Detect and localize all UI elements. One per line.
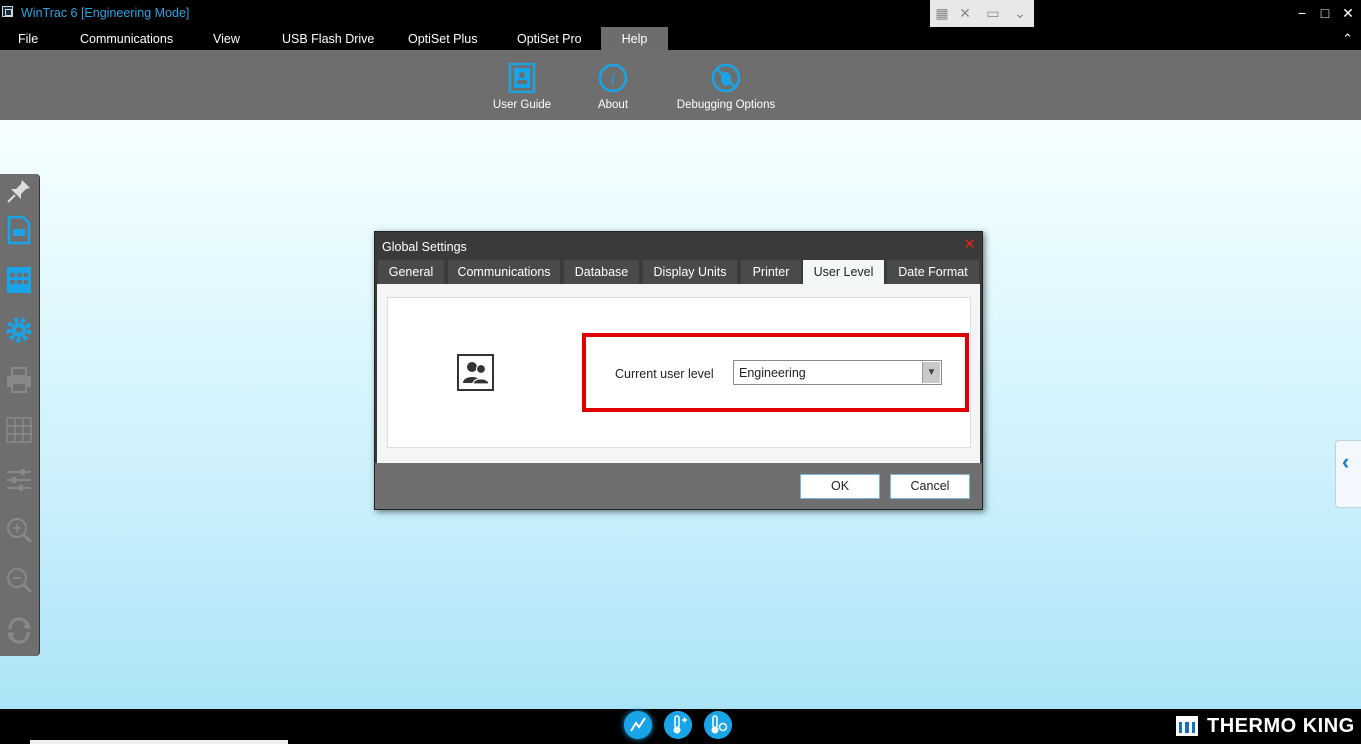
chart-icon[interactable]	[624, 711, 652, 739]
tab-user-level[interactable]: User Level	[803, 260, 884, 284]
tab-communications-settings[interactable]: Communications	[448, 260, 560, 284]
debug-icon	[711, 63, 741, 93]
fullscreen-icon[interactable]: ✕	[957, 5, 973, 21]
user-guide-icon	[508, 63, 536, 93]
close-button[interactable]: ✕	[1338, 3, 1358, 23]
document-icon[interactable]	[4, 215, 34, 245]
user-guide-label: User Guide	[492, 99, 552, 111]
tab-optiset-plus[interactable]: OptiSet Plus	[408, 27, 477, 50]
printer-icon[interactable]	[4, 365, 34, 395]
zoom-in-icon[interactable]	[4, 515, 34, 545]
refresh-icon[interactable]	[4, 615, 34, 645]
tab-display-units[interactable]: Display Units	[643, 260, 737, 284]
tab-general[interactable]: General	[378, 260, 444, 284]
about-button[interactable]: i About	[593, 63, 633, 111]
svg-text:i: i	[611, 69, 616, 88]
thermo-king-logo	[1176, 716, 1198, 736]
current-user-level-label: Current user level	[615, 367, 714, 381]
sliders-icon[interactable]	[4, 465, 34, 495]
ribbon: User Guide i About Debugging Options	[0, 50, 1361, 120]
app-icon[interactable]	[2, 6, 13, 17]
ok-button[interactable]: OK	[800, 474, 880, 499]
tab-communications[interactable]: Communications	[80, 27, 173, 50]
thermometer-add-icon[interactable]	[664, 711, 692, 739]
dialog-close-icon[interactable]: ✕	[963, 235, 976, 253]
tab-optiset-pro[interactable]: OptiSet Pro	[517, 27, 582, 50]
tab-view[interactable]: View	[213, 27, 240, 50]
chevron-left-icon: ‹	[1342, 449, 1350, 474]
user-guide-button[interactable]: User Guide	[492, 63, 552, 111]
tab-usb-flash-drive[interactable]: USB Flash Drive	[282, 27, 374, 50]
tab-help[interactable]: Help	[601, 27, 668, 50]
status-strip	[30, 740, 288, 744]
users-icon	[457, 354, 494, 391]
dialog-body: Current user level Engineering ▼	[377, 284, 980, 463]
collapse-ribbon-icon[interactable]: ⌃	[1342, 31, 1353, 47]
minimize-button[interactable]: −	[1292, 3, 1312, 23]
info-icon: i	[598, 63, 628, 93]
title-bar: WinTrac 6 [Engineering Mode] ▦ ✕ ▭ ⌄ − □…	[0, 0, 1361, 27]
monitor-icon[interactable]: ▭	[985, 5, 1001, 21]
tab-database[interactable]: Database	[564, 260, 639, 284]
tab-printer[interactable]: Printer	[741, 260, 801, 284]
pin-icon[interactable]	[4, 176, 34, 206]
status-bar: THERMO KING	[0, 709, 1361, 744]
chevron-down-icon[interactable]: ⌄	[1012, 5, 1028, 21]
grid-view-icon[interactable]: ▦	[934, 5, 950, 21]
global-settings-dialog: Global Settings ✕ General Communications…	[374, 231, 983, 510]
debugging-options-label: Debugging Options	[676, 99, 776, 111]
gear-icon[interactable]	[4, 315, 34, 345]
chevron-down-icon[interactable]: ▼	[922, 362, 940, 383]
thermometer-settings-icon[interactable]	[704, 711, 732, 739]
quick-access-toolbar: ▦ ✕ ▭ ⌄	[930, 0, 1034, 27]
brand-name: THERMO KING	[1207, 715, 1355, 737]
dialog-footer: OK Cancel	[375, 463, 982, 509]
debugging-options-button[interactable]: Debugging Options	[676, 63, 776, 111]
calendar-icon[interactable]	[4, 264, 34, 294]
user-level-value: Engineering	[739, 366, 806, 380]
dialog-title: Global Settings	[382, 240, 467, 254]
tab-file[interactable]: File	[18, 27, 38, 50]
window-title: WinTrac 6 [Engineering Mode]	[21, 6, 190, 20]
about-label: About	[597, 99, 629, 111]
zoom-out-icon[interactable]	[4, 565, 34, 595]
tab-date-format[interactable]: Date Format	[887, 260, 979, 284]
maximize-button[interactable]: □	[1315, 3, 1335, 23]
ribbon-tabs: File Communications View USB Flash Drive…	[0, 27, 1361, 50]
left-toolbar	[0, 174, 40, 656]
user-level-select[interactable]: Engineering ▼	[733, 360, 942, 385]
user-level-panel: Current user level Engineering ▼	[387, 297, 971, 448]
cancel-button[interactable]: Cancel	[890, 474, 970, 499]
expand-panel-tab[interactable]: ‹	[1335, 440, 1361, 508]
grid-icon[interactable]	[4, 415, 34, 445]
